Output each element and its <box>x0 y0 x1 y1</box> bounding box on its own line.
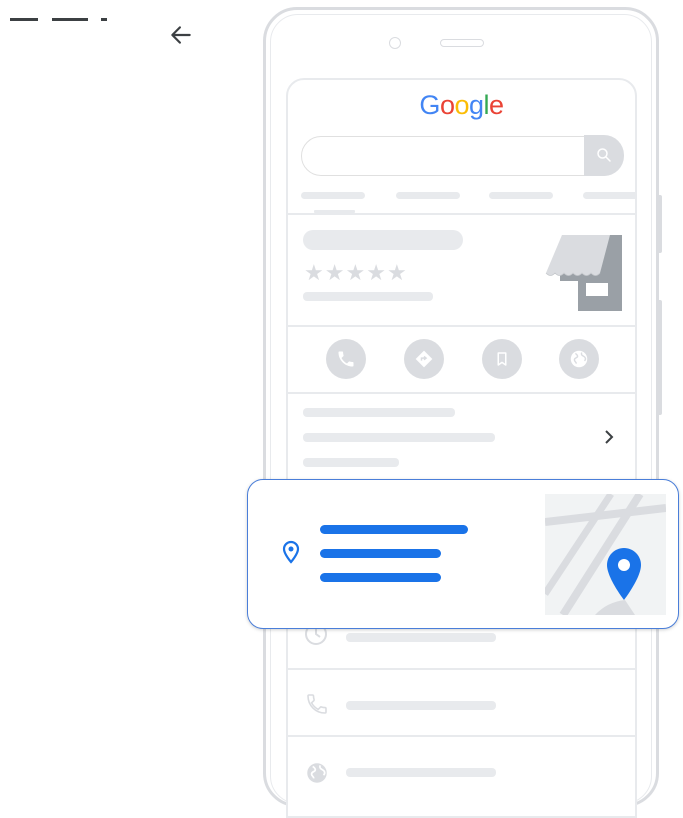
camera-icon <box>389 37 401 49</box>
logo-letter: g <box>469 90 484 120</box>
map-thumbnail[interactable] <box>545 494 666 615</box>
storefront-icon <box>545 235 622 311</box>
text-placeholder <box>303 458 399 467</box>
divider <box>288 392 635 394</box>
divider <box>288 668 635 670</box>
rating-stars: ★★★★★ <box>304 260 408 286</box>
back-arrow-icon[interactable] <box>168 22 194 48</box>
address-line-placeholder <box>320 573 441 582</box>
phone-icon <box>307 694 327 714</box>
globe-icon <box>307 763 327 783</box>
tab-placeholder[interactable] <box>489 192 553 199</box>
search-input[interactable] <box>301 135 624 176</box>
search-icon <box>597 148 611 162</box>
dash-segment <box>101 18 107 21</box>
phone-screen: Google ★★★★★ <box>286 78 637 818</box>
logo-letter: e <box>489 90 504 120</box>
star-icon: ★ <box>345 260 365 285</box>
bookmark-icon <box>497 352 507 366</box>
phone-side-button <box>657 195 662 253</box>
speaker-grille <box>440 39 484 47</box>
website-placeholder <box>346 768 496 777</box>
star-icon: ★ <box>366 260 386 285</box>
globe-icon <box>570 350 588 368</box>
tab-placeholder[interactable] <box>396 192 460 199</box>
location-pin-icon <box>282 540 300 564</box>
directions-button[interactable] <box>404 339 444 379</box>
address-card[interactable] <box>247 479 679 629</box>
hours-placeholder <box>346 633 496 642</box>
tab-placeholder[interactable] <box>301 192 365 199</box>
dash-segment <box>52 18 88 21</box>
star-icon: ★ <box>304 260 324 285</box>
business-name-placeholder <box>303 230 463 250</box>
logo-letter: Google <box>419 90 504 120</box>
divider <box>288 213 635 215</box>
phone-number-placeholder <box>346 701 496 710</box>
google-logo: Google <box>288 90 635 121</box>
address-line-placeholder <box>320 549 441 558</box>
save-button[interactable] <box>482 339 522 379</box>
map-pin-icon <box>607 548 641 600</box>
logo-letter: o <box>439 90 455 120</box>
business-category-placeholder <box>303 292 433 301</box>
phone-side-button <box>657 300 662 415</box>
star-icon: ★ <box>324 260 345 285</box>
logo-letter: G <box>419 90 440 120</box>
star-icon: ★ <box>386 260 407 285</box>
logo-letter: o <box>454 90 469 120</box>
tab-placeholder[interactable] <box>583 192 635 199</box>
dash-segment <box>10 18 38 21</box>
text-placeholder <box>303 408 455 417</box>
text-placeholder <box>303 433 495 442</box>
chevron-right-icon[interactable] <box>602 429 616 445</box>
search-button[interactable] <box>584 135 624 176</box>
phone-icon <box>338 351 354 367</box>
divider <box>288 735 635 737</box>
directions-icon <box>415 350 433 368</box>
call-button[interactable] <box>326 339 366 379</box>
address-line-placeholder <box>320 525 468 534</box>
divider <box>288 325 635 327</box>
website-button[interactable] <box>559 339 599 379</box>
